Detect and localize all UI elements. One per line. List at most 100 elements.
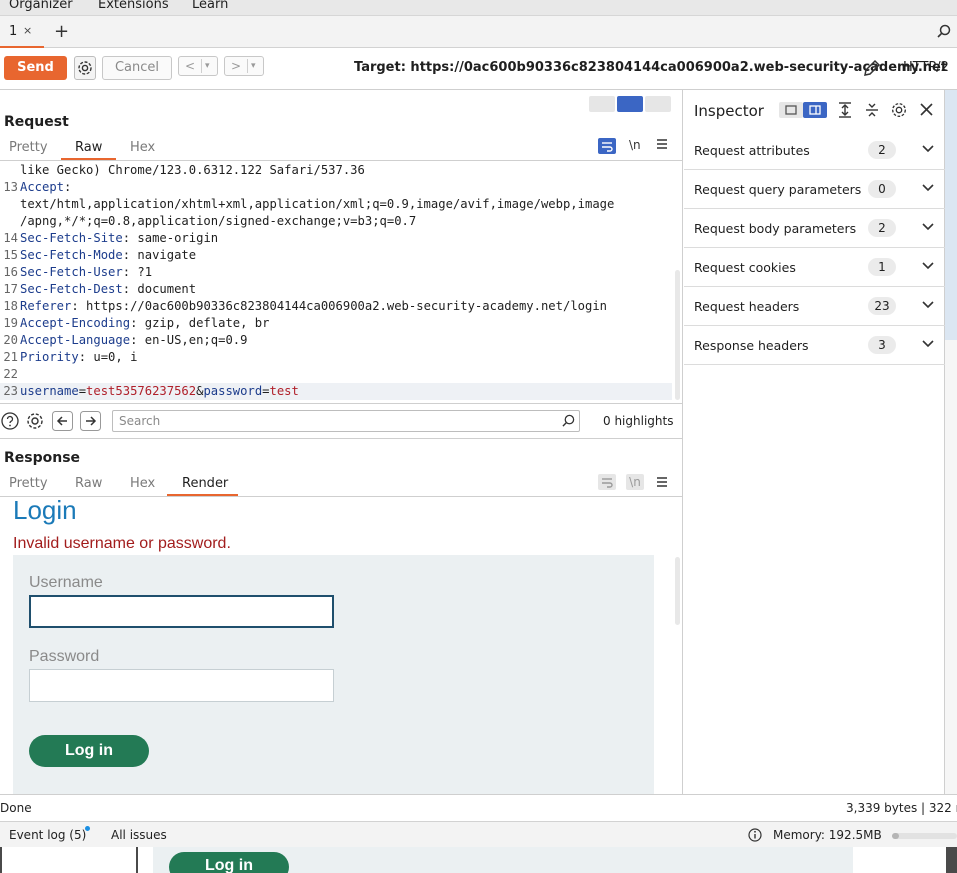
repeater-tab-1[interactable]: 1 × [0,16,44,48]
chevron-down-icon[interactable] [922,262,934,270]
chevron-down-icon[interactable] [922,184,934,192]
previous-match-icon[interactable] [52,411,73,431]
all-issues-button[interactable]: All issues [111,828,167,842]
chevron-down-icon[interactable] [922,340,934,348]
menu-icon[interactable] [656,138,668,150]
inspector-title: Inspector [694,102,764,120]
tab-hex[interactable]: Hex [130,140,155,155]
inspector-row-count: 0 [868,180,896,198]
close-icon[interactable] [920,103,933,116]
login-button[interactable]: Log in [29,735,149,767]
expand-all-icon[interactable] [838,102,852,118]
menu-organizer[interactable]: Organizer [9,0,73,12]
password-field[interactable] [29,669,334,702]
inspector-request-headers[interactable]: Request headers 23 [684,287,945,326]
inspector-row-label: Request cookies [694,260,796,275]
help-icon[interactable] [1,412,19,430]
inspector-row-count: 2 [868,141,896,159]
inspector-row-count: 3 [868,336,896,354]
search-input[interactable]: Search [112,410,580,432]
chevron-down-icon[interactable] [922,301,934,309]
cancel-button[interactable]: Cancel [102,56,172,80]
newline-toggle[interactable]: \n [629,138,641,152]
inspector-request-body-parameters[interactable]: Request body parameters 2 [684,209,945,248]
header-key: Referer [20,299,72,313]
inspector-row-count: 1 [868,258,896,276]
inspector-layout-toggle[interactable] [779,102,827,118]
code-line: Sec-Fetch-User: ?1 [20,264,152,281]
info-icon[interactable] [748,828,762,842]
tab-render[interactable]: Render [182,476,228,491]
param-equals: = [78,384,87,398]
repeater-toolbar: Send Cancel < ▾ > ▾ Target: https://0ac6… [0,48,957,90]
http-version-label[interactable]: HTTP/2 [903,60,949,75]
line-number: 18 [3,299,18,313]
repeater-tab-row: 1 × + [0,16,957,48]
header-key: Priority [20,350,79,364]
header-value: : document [122,282,197,296]
tab-raw[interactable]: Raw [75,476,102,491]
word-wrap-icon[interactable] [598,138,616,154]
chevron-down-icon[interactable]: ▾ [251,57,256,75]
request-editor[interactable]: like Gecko) Chrome/123.0.6312.122 Safari… [0,161,672,401]
event-log-button[interactable]: Event log (5) [9,828,86,842]
search-icon[interactable] [937,24,951,38]
inspector-request-query-parameters[interactable]: Request query parameters 0 [684,170,945,209]
code-line: Accept-Language: en-US,en;q=0.9 [20,332,247,349]
code-line: Sec-Fetch-Site: same-origin [20,230,218,247]
tab-pretty[interactable]: Pretty [9,476,48,491]
header-value: : u=0, i [78,350,138,364]
line-number: 15 [3,248,18,262]
background-window: Log in [0,847,957,873]
request-search-bar: Search 0 highlights [0,403,683,439]
tab-hex[interactable]: Hex [130,476,155,491]
header-key: Sec-Fetch-Site [20,231,123,245]
menu-learn[interactable]: Learn [192,0,228,12]
status-text: Done [0,801,32,815]
inspector-settings-icon[interactable] [890,101,908,119]
next-match-icon[interactable] [80,411,101,431]
menu-icon[interactable] [656,476,668,488]
back-button[interactable]: < ▾ [178,56,218,76]
inspector-row-label: Request body parameters [694,221,857,236]
param-value: test53576237562 [86,384,197,398]
search-settings-icon[interactable] [25,411,45,431]
request-scrollbar[interactable] [675,270,680,400]
line-number: 21 [3,350,18,364]
chevron-down-icon[interactable] [922,223,934,231]
line-number: 19 [3,316,18,330]
response-panel: Response Pretty Raw Hex Render \n Login … [0,439,683,794]
background-login-button: Log in [169,852,289,873]
request-title: Request [4,114,69,130]
side-panel-strip[interactable] [945,90,957,794]
inspector-response-headers[interactable]: Response headers 3 [684,326,945,365]
memory-bar [892,833,957,839]
add-tab-icon[interactable]: + [54,21,69,42]
inspector-request-cookies[interactable]: Request cookies 1 [684,248,945,287]
line-number: 14 [3,231,18,245]
edit-pencil-icon[interactable] [862,58,882,78]
search-icon [562,414,575,427]
menu-extensions[interactable]: Extensions [98,0,169,12]
notification-dot [85,826,90,831]
header-key: Accept [20,180,65,194]
tab-pretty[interactable]: Pretty [9,140,48,155]
username-field[interactable] [29,595,334,628]
chevron-down-icon[interactable] [922,145,934,153]
settings-gear-icon[interactable] [74,56,96,80]
send-button[interactable]: Send [4,56,67,80]
layout-side-by-side-icon[interactable] [589,96,615,112]
chevron-down-icon[interactable]: ▾ [205,57,210,75]
side-panel-tab[interactable] [945,90,957,340]
tab-raw[interactable]: Raw [75,140,102,155]
layout-tabs-icon[interactable] [645,96,671,112]
collapse-all-icon[interactable] [865,102,879,118]
forward-button[interactable]: > ▾ [224,56,264,76]
inspector-request-attributes[interactable]: Request attributes 2 [684,131,945,170]
header-value: : [64,180,72,194]
memory-bar-fill [892,833,899,839]
response-scrollbar[interactable] [675,557,680,625]
tab-close-icon[interactable]: × [23,24,32,37]
layout-vertical-icon[interactable] [617,96,643,112]
header-value: : en-US,en;q=0.9 [130,333,248,347]
